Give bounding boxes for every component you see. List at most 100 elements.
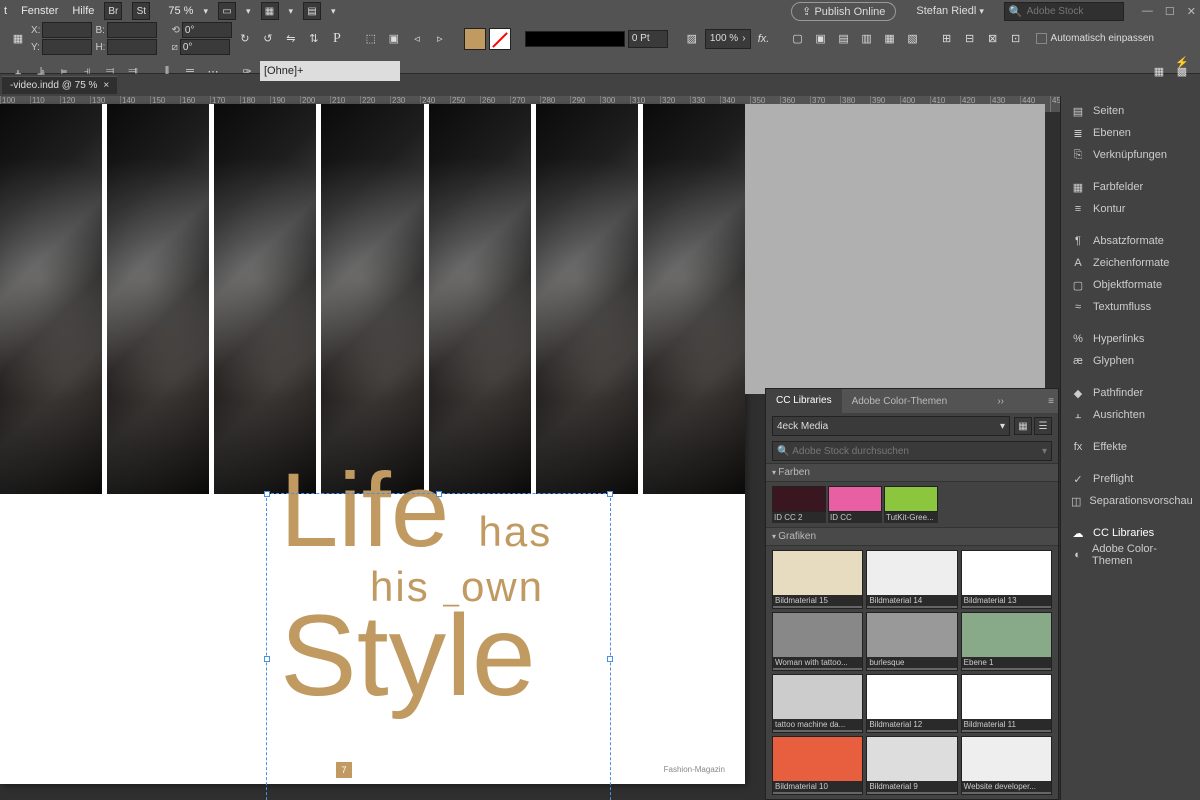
menu-window[interactable]: Fenster — [21, 5, 58, 17]
menu-truncated[interactable]: t — [4, 5, 7, 17]
panel-cclib[interactable]: ☁CC Libraries — [1061, 522, 1200, 544]
panel-preflight[interactable]: ✓Preflight — [1061, 468, 1200, 490]
select-container-icon[interactable]: ▣ — [384, 29, 404, 49]
opacity-field[interactable]: 100 %› — [705, 29, 751, 49]
y-field[interactable] — [42, 39, 92, 55]
panel-seps[interactable]: ◫Separationsvorschau — [1061, 490, 1200, 512]
w-field[interactable] — [107, 22, 157, 38]
resize-handle[interactable] — [264, 491, 270, 497]
image-slice[interactable] — [429, 104, 531, 494]
user-name[interactable]: Stefan Riedl ▾ — [916, 5, 984, 17]
library-select[interactable]: 4eck Media▾ — [772, 416, 1010, 436]
tab-color-themes[interactable]: Adobe Color-Themen — [842, 389, 958, 413]
wrap-jump-icon[interactable]: ▦ — [880, 29, 900, 49]
resize-handle[interactable] — [436, 491, 442, 497]
panel-stroke[interactable]: ≡Kontur — [1061, 198, 1200, 220]
close-icon[interactable]: ✕ — [1187, 5, 1196, 18]
panel-wrap[interactable]: ≈Textumfluss — [1061, 296, 1200, 318]
rotate-cw-icon[interactable]: ↻ — [235, 29, 255, 49]
chevron-down-icon[interactable]: ▾ — [289, 6, 294, 17]
library-item[interactable]: Woman with tattoo... — [772, 612, 863, 671]
space-h-icon[interactable]: ⋯ — [203, 61, 223, 81]
screen-mode-icon[interactable]: ▦ — [261, 2, 279, 20]
library-item[interactable]: Bildmaterial 10 — [772, 736, 863, 795]
resize-handle[interactable] — [607, 491, 613, 497]
panel-pages[interactable]: ▤Seiten — [1061, 100, 1200, 122]
library-item[interactable]: Bildmaterial 11 — [961, 674, 1052, 733]
panel-glyph[interactable]: æGlyphen — [1061, 350, 1200, 372]
panel-layers[interactable]: ≣Ebenen — [1061, 122, 1200, 144]
chevron-down-icon[interactable]: ▾ — [246, 6, 251, 17]
library-item[interactable]: Website developer... — [961, 736, 1052, 795]
panel-para[interactable]: ¶Absatzformate — [1061, 230, 1200, 252]
panel-menu-icon[interactable]: ≡ — [1044, 396, 1058, 407]
panel-obj[interactable]: ▢Objektformate — [1061, 274, 1200, 296]
image-slice[interactable] — [0, 104, 102, 494]
arrange-icon[interactable]: ▤ — [303, 2, 321, 20]
section-graphics[interactable]: Grafiken — [766, 527, 1058, 546]
fill-frame-icon[interactable]: ⊠ — [983, 29, 1003, 49]
style-picker-icon[interactable]: ✑ — [237, 61, 257, 81]
bridge-icon[interactable]: Br — [104, 2, 122, 20]
image-slice[interactable] — [107, 104, 209, 494]
shear-field[interactable] — [180, 39, 230, 55]
panel-fx[interactable]: fxEffekte — [1061, 436, 1200, 458]
quick-apply-icon[interactable]: ⚡ — [1172, 52, 1192, 72]
wrap-bound-icon[interactable]: ▤ — [834, 29, 854, 49]
panel-color[interactable]: ◐Adobe Color-Themen — [1061, 544, 1200, 566]
align-b-icon[interactable]: ⫥ — [123, 61, 143, 81]
panel-swatches[interactable]: ▦Farbfelder — [1061, 176, 1200, 198]
wrap-none-icon[interactable]: ▣ — [811, 29, 831, 49]
panel-align[interactable]: ⫠Ausrichten — [1061, 404, 1200, 426]
rotate-field[interactable] — [182, 22, 232, 38]
panel-hyper[interactable]: %Hyperlinks — [1061, 328, 1200, 350]
library-item[interactable]: Ebene 1 — [961, 612, 1052, 671]
resize-handle[interactable] — [264, 656, 270, 662]
stroke-preview[interactable] — [525, 31, 625, 47]
document-tab[interactable]: -video.indd @ 75 % × — [2, 76, 117, 94]
section-colors[interactable]: Farben — [766, 463, 1058, 482]
panel-collapse-icon[interactable]: ›› — [993, 396, 1008, 407]
flip-h-icon[interactable]: ⇋ — [281, 29, 301, 49]
fill-swatch[interactable] — [464, 28, 486, 50]
x-field[interactable] — [42, 22, 92, 38]
center-content-icon[interactable]: ⊡ — [1006, 29, 1026, 49]
chevron-down-icon[interactable]: ▾ — [331, 6, 336, 17]
library-swatch[interactable]: TutKit-Gree... — [884, 486, 938, 523]
rotate-ccw-icon[interactable]: ↺ — [258, 29, 278, 49]
object-style-select[interactable]: [Ohne]+ — [260, 61, 400, 81]
library-item[interactable]: burlesque — [866, 612, 957, 671]
corner-icon[interactable]: ▢ — [788, 29, 808, 49]
library-search[interactable]: 🔍 Adobe Stock durchsuchen ▾ — [772, 441, 1052, 461]
panel-path[interactable]: ◆Pathfinder — [1061, 382, 1200, 404]
zoom-level[interactable]: 75 % — [168, 5, 193, 17]
minimize-icon[interactable]: — — [1142, 5, 1153, 18]
stock-icon[interactable]: St — [132, 2, 150, 20]
library-swatch[interactable]: ID CC — [828, 486, 882, 523]
menu-help[interactable]: Hilfe — [72, 5, 94, 17]
frame-grid-icon[interactable]: ▦ — [1149, 61, 1169, 81]
panel-links[interactable]: ⎘Verknüpfungen — [1061, 144, 1200, 166]
close-tab-icon[interactable]: × — [103, 80, 109, 91]
resize-handle[interactable] — [607, 656, 613, 662]
select-prev-icon[interactable]: ◃ — [407, 29, 427, 49]
library-item[interactable]: Bildmaterial 15 — [772, 550, 863, 609]
tab-cc-libraries[interactable]: CC Libraries — [766, 389, 842, 413]
distribute-v-icon[interactable]: ‖ — [157, 61, 177, 81]
library-item[interactable]: Bildmaterial 12 — [866, 674, 957, 733]
selection-box[interactable] — [266, 493, 611, 800]
ref-point-icon[interactable]: ▦ — [8, 29, 28, 49]
list-view-icon[interactable]: ☰ — [1034, 417, 1052, 435]
fx-icon[interactable]: fx. — [754, 29, 774, 49]
distribute-h-icon[interactable]: ═ — [180, 61, 200, 81]
library-item[interactable]: Bildmaterial 13 — [961, 550, 1052, 609]
stock-search-input[interactable] — [1027, 6, 1117, 17]
fit-content-icon[interactable]: ⊞ — [937, 29, 957, 49]
library-item[interactable]: Bildmaterial 9 — [866, 736, 957, 795]
stroke-swatch[interactable] — [489, 28, 511, 50]
image-slice[interactable] — [536, 104, 638, 494]
publish-online-button[interactable]: ⇪ Publish Online — [791, 2, 896, 21]
select-content-icon[interactable]: ⬚ — [361, 29, 381, 49]
select-next-icon[interactable]: ▹ — [430, 29, 450, 49]
library-item[interactable]: tattoo machine da... — [772, 674, 863, 733]
